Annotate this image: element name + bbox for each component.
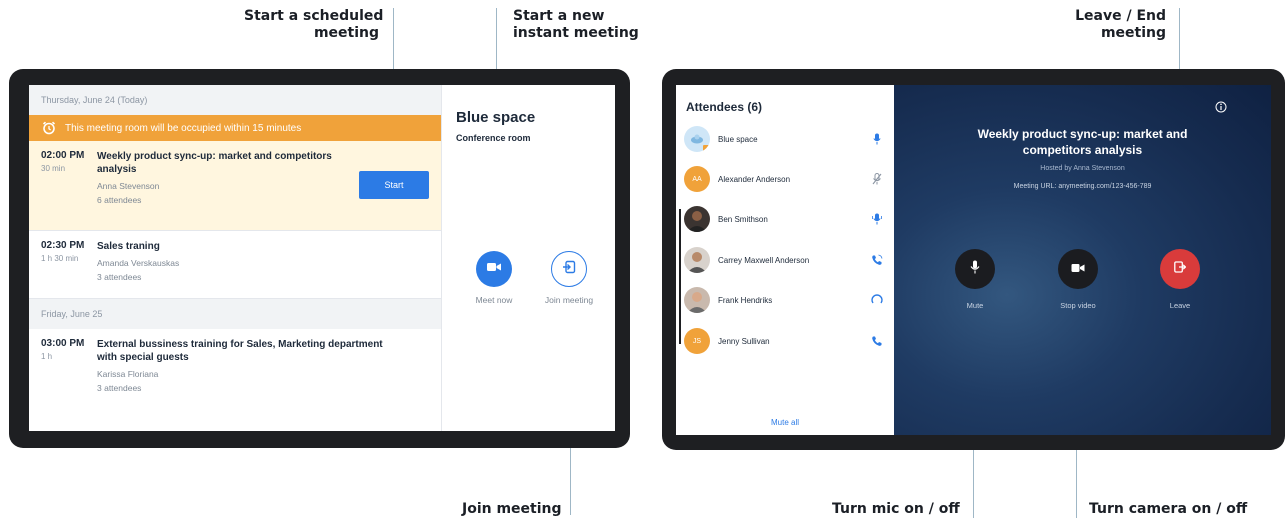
event-duration: 1 h (41, 352, 53, 361)
leave-control[interactable]: Leave (1140, 249, 1220, 310)
phone-active-icon[interactable] (870, 253, 884, 267)
attendee-row[interactable]: Carrey Maxwell Anderson (684, 245, 884, 275)
event-item[interactable]: 02:30 PM 1 h 30 min Sales traning Amanda… (29, 231, 441, 299)
avatar (684, 206, 710, 232)
event-duration: 30 min (41, 164, 66, 173)
room-panel: Blue space Conference room Meet now Join… (442, 85, 615, 431)
attendee-row[interactable]: JS Jenny Sullivan (684, 326, 884, 356)
meet-now-button[interactable] (476, 251, 512, 287)
avatar (684, 287, 710, 313)
callout-camera: Turn camera on / off (1089, 501, 1248, 517)
callout-leave-end: Leave / End meeting (1075, 8, 1166, 41)
callout-start-instant: Start a new instant meeting (513, 8, 639, 41)
mic-active-icon[interactable] (870, 212, 884, 226)
event-item[interactable]: 03:00 PM 1 h External bussiness training… (29, 329, 441, 409)
attendee-name: Jenny Sullivan (718, 336, 770, 346)
attendee-row[interactable]: Frank Hendriks (684, 285, 884, 315)
callout-join-meeting: Join meeting (462, 501, 562, 517)
attendee-scrollbar[interactable] (679, 209, 681, 344)
attendee-name: Alexander Anderson (718, 174, 791, 184)
call-screen: Attendees (6) Blue space AA Alexander An… (676, 85, 1271, 435)
room-name: Blue space (456, 109, 536, 126)
avatar: JS (684, 328, 710, 354)
mic-icon[interactable] (870, 132, 884, 146)
event-title: Weekly product sync-up: market and compe… (97, 151, 332, 175)
exit-icon (1174, 260, 1187, 278)
connecting-spinner-icon (870, 293, 884, 307)
attendee-row[interactable]: Ben Smithson (684, 204, 884, 234)
day-header-today: Thursday, June 24 (Today) (29, 85, 441, 115)
meet-now-action[interactable]: Meet now (454, 251, 534, 305)
attendee-name: Carrey Maxwell Anderson (718, 255, 810, 265)
attendees-title: Attendees (6) (686, 100, 763, 114)
join-meeting-label: Join meeting (544, 295, 594, 305)
event-attendees: 3 attendees (97, 272, 142, 282)
phone-icon[interactable] (870, 334, 884, 348)
mic-off-icon[interactable] (870, 172, 884, 186)
room-avatar (684, 126, 710, 152)
start-meeting-button[interactable]: Start (359, 171, 429, 199)
event-attendees: 3 attendees (97, 383, 142, 393)
attendees-panel: Attendees (6) Blue space AA Alexander An… (676, 85, 894, 435)
event-item[interactable]: 02:00 PM 30 min Weekly product sync-up: … (29, 141, 441, 231)
tablet-edge-accent (26, 219, 28, 329)
attendee-name: Frank Hendriks (718, 295, 773, 305)
attendee-name: Ben Smithson (718, 214, 768, 224)
occupied-warning-banner: This meeting room will be occupied withi… (29, 115, 441, 141)
room-type: Conference room (456, 133, 531, 143)
stop-video-button[interactable] (1058, 249, 1098, 289)
event-duration: 1 h 30 min (41, 254, 79, 263)
call-view: Weekly product sync-up: market and compe… (894, 85, 1271, 435)
avatar: AA (684, 166, 710, 192)
mute-button[interactable] (955, 249, 995, 289)
join-meeting-button[interactable] (551, 251, 587, 287)
info-icon[interactable] (1215, 100, 1227, 118)
meet-now-label: Meet now (475, 295, 513, 305)
join-meeting-action[interactable]: Join meeting (529, 251, 609, 305)
tablet-call: Attendees (6) Blue space AA Alexander An… (662, 69, 1285, 450)
day-header: Friday, June 25 (29, 299, 441, 329)
avatar (684, 247, 710, 273)
mute-all-button[interactable]: Mute all (676, 418, 894, 427)
mute-label: Mute (966, 301, 984, 310)
video-camera-icon (1071, 260, 1085, 278)
event-time: 02:00 PM (41, 150, 85, 161)
attendee-name: Blue space (718, 134, 758, 144)
event-host: Anna Stevenson (97, 181, 160, 191)
event-title: Sales traning (97, 241, 160, 252)
alarm-clock-icon (41, 120, 57, 136)
event-host: Amanda Verskauskas (97, 258, 180, 268)
attendee-row[interactable]: Blue space (684, 124, 884, 154)
schedule-list[interactable]: Thursday, June 24 (Today) This meeting r… (29, 85, 442, 431)
event-title: External bussiness training for Sales, M… (97, 339, 383, 363)
warning-text: This meeting room will be occupied withi… (65, 122, 302, 134)
leave-button[interactable] (1160, 249, 1200, 289)
call-host: Hosted by Anna Stevenson (1040, 165, 1125, 172)
scheduler-screen: Thursday, June 24 (Today) This meeting r… (29, 85, 615, 431)
join-enter-icon (562, 260, 576, 279)
event-host: Karissa Floriana (97, 369, 159, 379)
tablet-scheduler: Thursday, June 24 (Today) This meeting r… (9, 69, 630, 448)
microphone-icon (970, 260, 980, 279)
mute-control[interactable]: Mute (935, 249, 1015, 310)
video-camera-icon (486, 260, 502, 278)
video-control[interactable]: Stop video (1038, 249, 1118, 310)
meeting-url: Meeting URL: anymeeting.com/123-456-789 (1013, 183, 1152, 190)
stop-video-label: Stop video (1060, 301, 1096, 310)
call-title: Weekly product sync-up: market and compe… (977, 127, 1188, 157)
leave-label: Leave (1169, 301, 1191, 310)
event-time: 03:00 PM (41, 338, 85, 349)
callout-start-scheduled: Start a scheduled meeting (244, 8, 384, 41)
callout-mic: Turn mic on / off (832, 501, 960, 517)
event-time: 02:30 PM (41, 240, 85, 251)
event-attendees: 6 attendees (97, 195, 142, 205)
attendee-row[interactable]: AA Alexander Anderson (684, 164, 884, 194)
